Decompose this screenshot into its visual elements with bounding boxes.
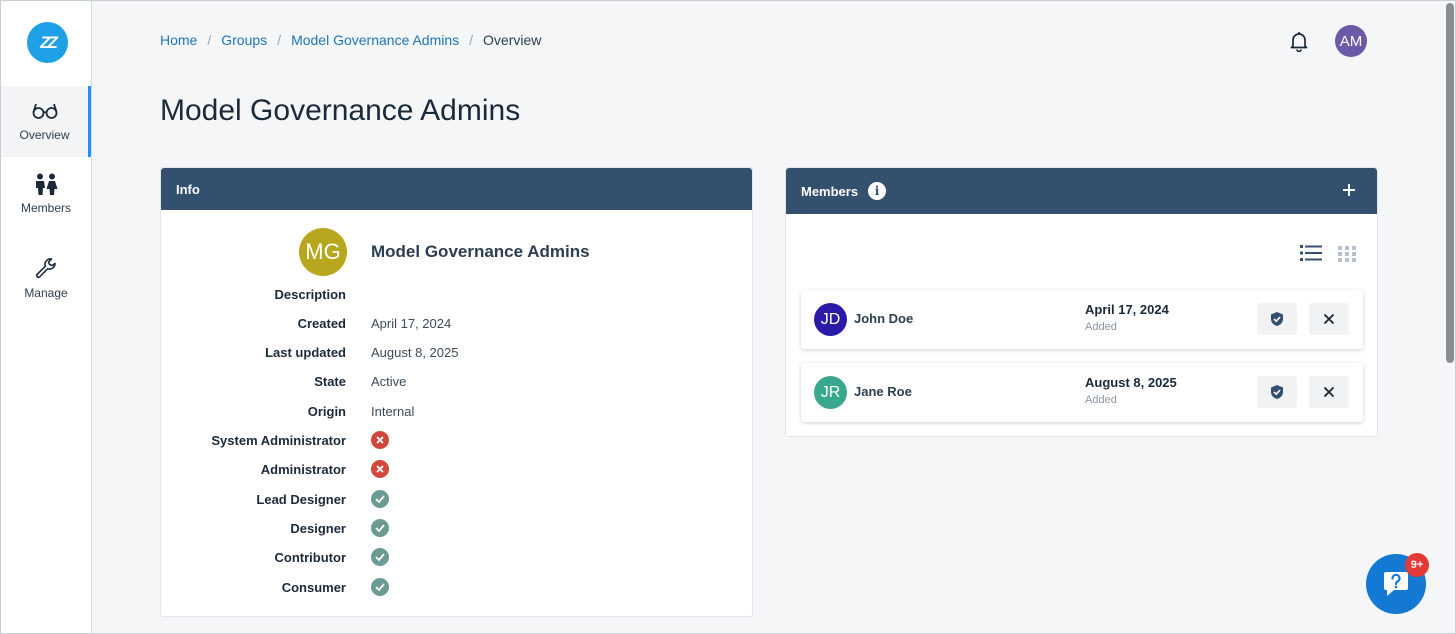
sidebar-item-overview[interactable]: Overview bbox=[1, 86, 91, 157]
member-avatar: JD bbox=[814, 303, 847, 336]
member-row: JD John Doe April 17, 2024 Added bbox=[801, 290, 1363, 349]
wrench-icon bbox=[35, 256, 57, 282]
shield-check-icon bbox=[1271, 385, 1283, 399]
members-card-header: Members i bbox=[786, 168, 1377, 214]
members-title: Members bbox=[801, 183, 859, 199]
sidebar-item-members[interactable]: Members bbox=[1, 161, 91, 227]
role-label: Designer bbox=[290, 521, 346, 536]
grid-view-icon[interactable] bbox=[1337, 245, 1357, 263]
sidebar-item-label: Overview bbox=[19, 128, 70, 142]
info-card: Info MG Model Governance Admins Descript… bbox=[160, 167, 753, 617]
created-label: Created bbox=[297, 316, 346, 331]
breadcrumb-groups[interactable]: Groups bbox=[221, 32, 267, 48]
help-chat-icon bbox=[1384, 572, 1408, 596]
glasses-icon bbox=[32, 98, 58, 124]
check-icon bbox=[371, 490, 389, 508]
role-label: Contributor bbox=[274, 550, 346, 565]
last-updated-value: August 8, 2025 bbox=[371, 345, 459, 360]
sidebar-item-manage[interactable]: Manage bbox=[1, 246, 91, 312]
remove-member-button[interactable] bbox=[1309, 376, 1349, 408]
sidebar: ZZ Overview Members Manage bbox=[1, 1, 92, 633]
group-name: Model Governance Admins bbox=[371, 242, 590, 261]
list-view-icon[interactable] bbox=[1300, 244, 1322, 262]
people-icon bbox=[33, 171, 59, 197]
members-card: Members i JD John Doe April 17, 2024 Add… bbox=[785, 167, 1378, 437]
member-status: Added bbox=[1085, 321, 1117, 333]
member-role-button[interactable] bbox=[1257, 376, 1297, 408]
created-value: April 17, 2024 bbox=[371, 316, 452, 331]
role-label: Administrator bbox=[260, 462, 346, 477]
state-value: Active bbox=[371, 374, 407, 389]
breadcrumb-separator: / bbox=[277, 32, 282, 48]
notifications-bell-icon[interactable] bbox=[1288, 30, 1310, 53]
cross-icon bbox=[371, 431, 389, 449]
description-label: Description bbox=[274, 287, 346, 302]
cross-icon bbox=[371, 460, 389, 478]
member-name: John Doe bbox=[854, 311, 914, 326]
breadcrumb-separator: / bbox=[469, 32, 474, 48]
user-avatar[interactable]: AM bbox=[1335, 25, 1367, 57]
check-icon bbox=[371, 519, 389, 537]
breadcrumb-home[interactable]: Home bbox=[160, 32, 197, 48]
group-avatar: MG bbox=[299, 228, 347, 276]
info-card-header: Info bbox=[161, 168, 752, 210]
shield-check-icon bbox=[1271, 312, 1283, 326]
member-role-button[interactable] bbox=[1257, 303, 1297, 335]
close-icon bbox=[1323, 313, 1335, 325]
breadcrumb-current: Overview bbox=[483, 32, 542, 48]
add-member-button[interactable] bbox=[1339, 180, 1359, 200]
member-added-date: April 17, 2024 bbox=[1085, 302, 1169, 317]
info-icon[interactable]: i bbox=[868, 182, 887, 200]
check-icon bbox=[371, 548, 389, 566]
close-icon bbox=[1323, 386, 1335, 398]
app-window: ZZ Overview Members Manage Home / Groups… bbox=[0, 0, 1456, 634]
sidebar-item-label: Manage bbox=[24, 286, 68, 300]
check-icon bbox=[371, 578, 389, 596]
page-title: Model Governance Admins bbox=[160, 94, 521, 127]
role-label: Lead Designer bbox=[256, 492, 346, 507]
member-added-date: August 8, 2025 bbox=[1085, 375, 1177, 390]
page-scrollbar[interactable] bbox=[1446, 3, 1454, 363]
role-label: System Administrator bbox=[211, 433, 346, 448]
origin-label: Origin bbox=[307, 404, 346, 419]
origin-value: Internal bbox=[371, 404, 415, 419]
member-status: Added bbox=[1085, 394, 1117, 406]
member-avatar: JR bbox=[814, 376, 847, 409]
breadcrumb: Home / Groups / Model Governance Admins … bbox=[160, 32, 541, 48]
remove-member-button[interactable] bbox=[1309, 303, 1349, 335]
app-logo[interactable]: ZZ bbox=[27, 22, 68, 63]
member-row: JR Jane Roe August 8, 2025 Added bbox=[801, 363, 1363, 422]
sidebar-item-label: Members bbox=[20, 201, 71, 215]
breadcrumb-group[interactable]: Model Governance Admins bbox=[291, 32, 459, 48]
breadcrumb-separator: / bbox=[207, 32, 212, 48]
state-label: State bbox=[314, 374, 346, 389]
notification-count-badge: 9+ bbox=[1405, 553, 1429, 577]
member-name: Jane Roe bbox=[854, 384, 912, 399]
last-updated-label: Last updated bbox=[265, 345, 346, 360]
role-label: Consumer bbox=[281, 580, 346, 595]
